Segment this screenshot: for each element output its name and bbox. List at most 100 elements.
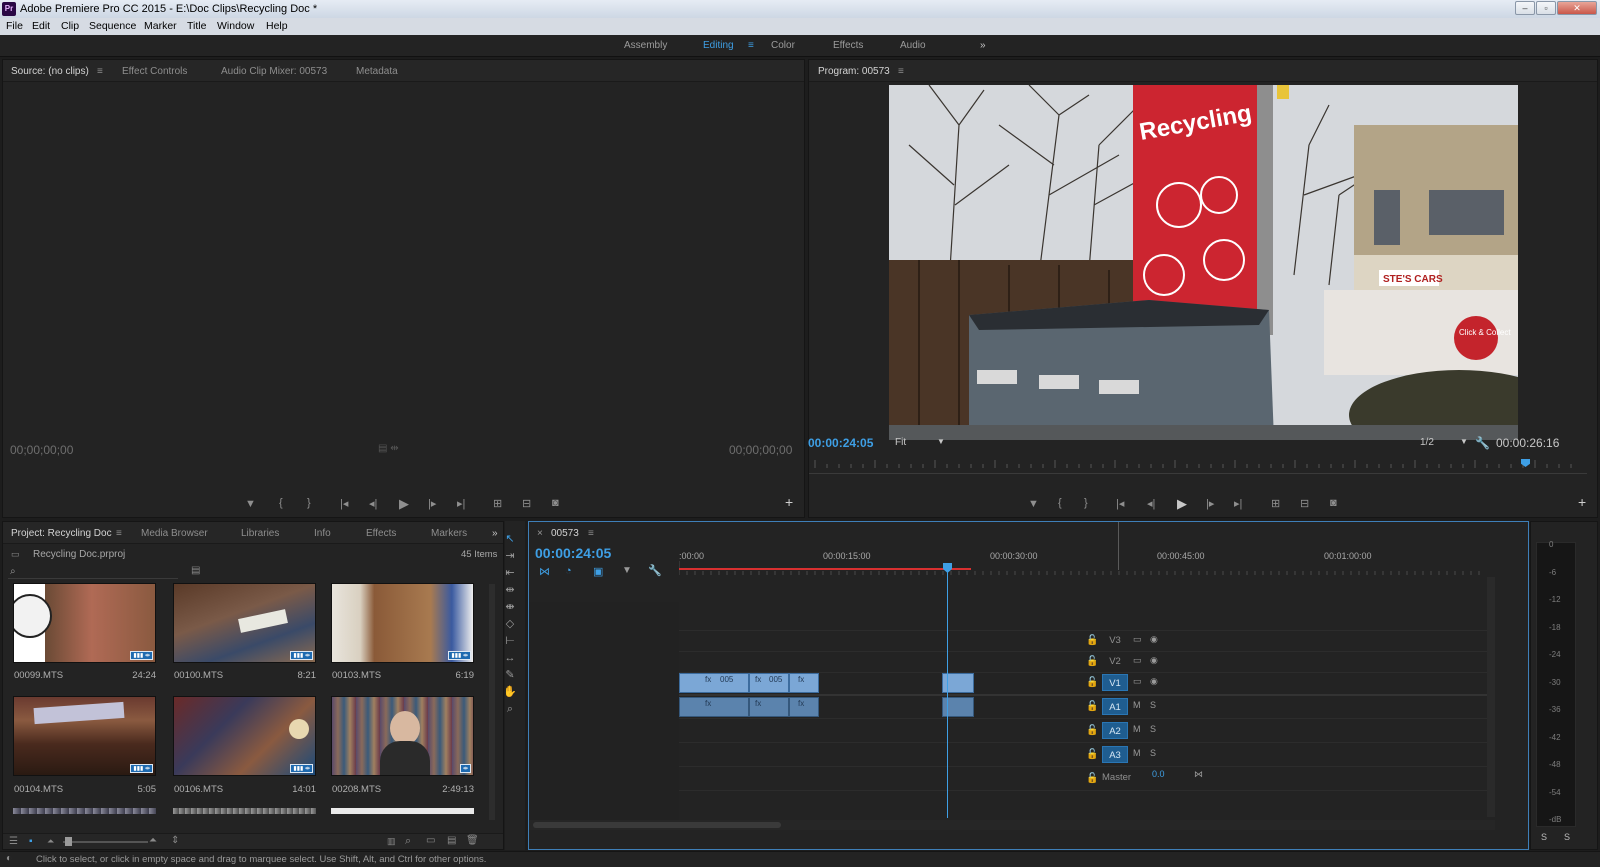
zoom-level-dropdown[interactable]: Fit ▼ [895,437,955,448]
tab-program[interactable]: Program: 00573 [818,66,890,77]
project-scrollbar[interactable] [489,584,495,820]
mark-out-icon[interactable]: } [1084,497,1088,509]
video-clip[interactable]: fx [789,673,819,693]
razor-tool-icon[interactable]: ◇ [502,617,518,631]
rate-stretch-tool-icon[interactable]: ⇼ [502,600,518,614]
menu-edit[interactable]: Edit [32,20,50,32]
clear-trash-icon[interactable]: 🗑 [466,835,479,846]
clip-thumbnail-00100[interactable]: ▮▮▮ ⇹ [173,583,316,663]
slider-thumb[interactable] [65,837,72,846]
clip-thumbnail-partial[interactable] [331,808,474,814]
sync-lock-icon[interactable]: ▭ [1133,655,1142,666]
project-search-input[interactable]: ⌕ [8,566,178,579]
timeline-horizontal-scrollbar[interactable] [529,820,1495,830]
lock-icon[interactable]: 🔓 [1086,749,1098,760]
go-to-edit-icon[interactable]: ⋈ [1194,769,1203,780]
program-time-ruler[interactable] [809,456,1587,474]
track-target[interactable]: A1 [1102,698,1128,715]
go-to-out-icon[interactable]: ▸| [457,497,465,510]
menu-window[interactable]: Window [217,20,254,32]
lock-icon[interactable]: 🔓 [1086,656,1098,667]
lift-icon[interactable]: ⊞ [1271,497,1280,510]
go-to-in-icon[interactable]: |◂ [1116,497,1124,510]
tab-project[interactable]: Project: Recycling Doc [11,528,112,539]
sync-lock-icon[interactable]: ▭ [1133,634,1142,645]
add-marker-timeline-icon[interactable]: ▣ [593,565,603,578]
scrollbar-thumb[interactable] [533,822,781,828]
timeline-vertical-scrollbar[interactable] [1487,577,1495,817]
tab-effect-controls[interactable]: Effect Controls [122,66,187,77]
clip-thumbnail-partial[interactable] [13,808,156,814]
clip-thumbnail-00103[interactable]: ▮▮▮ ⇹ [331,583,474,663]
lock-icon[interactable]: 🔓 [1086,725,1098,736]
eye-icon[interactable]: ◉ [1150,676,1158,687]
icon-view-icon[interactable]: ▪ [29,836,33,847]
clip-thumbnail-00104[interactable]: ▮▮▮ ⇹ [13,696,156,776]
find-icon[interactable]: ⌕ [405,835,411,848]
play-icon[interactable]: ▶ [399,496,409,512]
new-item-icon[interactable]: ▤ [447,835,456,846]
track-target[interactable]: A2 [1102,722,1128,739]
solo-left-button[interactable]: S [1541,832,1547,842]
timeline-ruler[interactable]: :00:00 00:00:15:00 00:00:30:00 00:00:45:… [679,547,1487,577]
clip-thumbnail-partial[interactable] [173,808,316,814]
tab-effects[interactable]: Effects [366,528,396,539]
snap-icon[interactable]: ⋈ [539,565,550,578]
menu-file[interactable]: File [6,20,23,32]
solo-button[interactable]: S [1150,748,1156,758]
panel-menu-icon[interactable]: ≡ [588,528,594,539]
program-timecode-current[interactable]: 00:00:24:05 [808,436,873,450]
menu-help[interactable]: Help [266,20,288,32]
solo-right-button[interactable]: S [1564,832,1570,842]
track-target[interactable]: A3 [1102,746,1128,763]
clip-thumbnail-00208[interactable]: ⇹ [331,696,474,776]
eye-icon[interactable]: ◉ [1150,634,1158,645]
tab-media-browser[interactable]: Media Browser [141,528,208,539]
list-view-icon[interactable]: ☰ [9,836,18,847]
track-select-tool-icon[interactable]: ⇥ [502,549,518,563]
track-target[interactable]: V2 [1102,653,1128,670]
timeline-timecode[interactable]: 00:00:24:05 [535,545,611,561]
timeline-settings-icon[interactable]: 🔧 [648,564,662,577]
solo-button[interactable]: S [1150,724,1156,734]
workspace-menu-icon[interactable]: ≡ [748,40,754,51]
step-back-icon[interactable]: ◂| [1147,497,1155,510]
program-video-frame[interactable]: Recycling STE'S CARS Click & Collect [889,85,1518,440]
tab-info[interactable]: Info [314,528,331,539]
eye-icon[interactable]: ◉ [1150,655,1158,666]
status-info-icon[interactable]: ◐ [6,853,12,864]
solo-button[interactable]: S [1150,700,1156,710]
step-forward-icon[interactable]: |▸ [428,497,436,510]
sync-lock-icon[interactable]: ▭ [1133,676,1142,687]
source-settings-icon[interactable]: ▤ ⇹ [378,443,399,454]
new-bin-icon[interactable]: ▭ [426,835,435,846]
pen-tool-icon[interactable]: ✎ [502,668,518,682]
resolution-dropdown[interactable]: 1/2 ▼ [1420,437,1480,448]
tab-sequence[interactable]: 00573 [551,528,579,539]
linked-selection-icon[interactable]: ◔ [565,565,572,577]
mark-out-icon[interactable]: } [307,497,311,509]
workspace-editing[interactable]: Editing [703,40,734,51]
panel-menu-icon[interactable]: ≡ [898,66,904,77]
track-target[interactable]: V3 [1102,632,1128,649]
workspace-color[interactable]: Color [771,40,795,51]
step-back-icon[interactable]: ◂| [369,497,377,510]
freeform-view-icon[interactable]: ⏶ [47,836,54,847]
slip-tool-icon[interactable]: ⊢ [502,634,518,648]
extract-icon[interactable]: ⊟ [1300,497,1309,510]
export-frame-icon[interactable]: ◙ [552,497,559,509]
rolling-edit-tool-icon[interactable]: ⇹ [502,583,518,597]
tab-libraries[interactable]: Libraries [241,528,279,539]
tab-source[interactable]: Source: (no clips) [11,66,89,77]
play-icon[interactable]: ▶ [1177,496,1187,512]
new-bin-from-search-icon[interactable]: ▤ [191,565,200,576]
lock-icon[interactable]: 🔓 [1086,635,1098,646]
ripple-edit-tool-icon[interactable]: ⇤ [502,566,518,580]
button-editor-icon[interactable]: + [785,494,793,510]
automate-to-sequence-icon[interactable]: ▥ [387,836,396,847]
audio-clip[interactable]: fx [679,697,749,717]
panel-menu-icon[interactable]: ≡ [116,528,122,539]
tab-audio-clip-mixer[interactable]: Audio Clip Mixer: 00573 [221,66,327,77]
panel-menu-icon[interactable]: ≡ [97,66,103,77]
workspace-effects[interactable]: Effects [833,40,863,51]
